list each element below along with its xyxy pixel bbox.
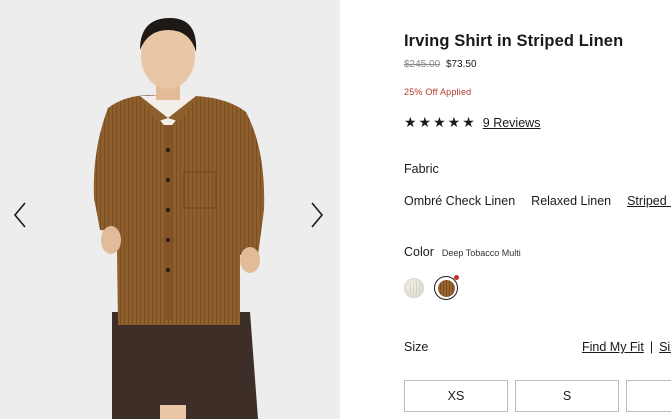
fabric-option-ombre-check-linen[interactable]: Ombré Check Linen <box>404 194 515 208</box>
sale-price: $73.50 <box>445 59 477 70</box>
original-price: $245.00 <box>404 59 441 70</box>
size-option-s[interactable]: S <box>515 380 619 412</box>
previous-image-button[interactable] <box>9 198 31 232</box>
product-title: Irving Shirt in Striped Linen <box>404 32 624 50</box>
selected-color-name: Deep Tobacco Multi <box>441 248 521 258</box>
size-links: Find My Fit | Size Chart <box>582 340 671 354</box>
fabric-options: Ombré Check Linen Relaxed Linen Striped … <box>404 194 671 208</box>
color-label: Color <box>404 245 434 259</box>
size-chart-link[interactable]: Size Chart <box>659 340 671 354</box>
find-my-fit-link[interactable]: Find My Fit <box>582 340 644 354</box>
size-label: Size <box>404 340 429 354</box>
color-swatch-deep-tobacco <box>437 279 455 297</box>
size-links-separator: | <box>649 340 654 354</box>
color-row: Color Deep Tobacco Multi <box>404 245 521 259</box>
color-swatch-linen[interactable] <box>404 278 424 298</box>
chevron-right-icon <box>311 202 324 228</box>
next-image-button[interactable] <box>306 198 328 232</box>
rating-row: ★★★★★ 9 Reviews <box>404 114 540 131</box>
fabric-option-striped-linen[interactable]: Striped Linen <box>627 194 671 208</box>
product-details-panel: Irving Shirt in Striped Linen $245.00 $7… <box>340 0 671 419</box>
color-swatches <box>404 275 459 300</box>
reviews-link[interactable]: 9 Reviews <box>483 116 541 130</box>
product-image-gallery <box>0 0 340 419</box>
price-row: $245.00 $73.50 <box>404 59 477 70</box>
size-option-m[interactable]: M <box>626 380 671 412</box>
fabric-label: Fabric <box>404 162 439 176</box>
discount-label: 25% Off Applied <box>404 87 472 97</box>
color-swatch-deep-tobacco-selected[interactable] <box>434 275 459 300</box>
chevron-left-icon <box>13 202 26 228</box>
product-photo <box>0 0 340 419</box>
size-options: XS S M <box>404 380 671 412</box>
star-rating-icon: ★★★★★ <box>404 114 477 130</box>
selected-indicator-dot <box>454 275 459 280</box>
fabric-option-relaxed-linen[interactable]: Relaxed Linen <box>531 194 611 208</box>
size-option-xs[interactable]: XS <box>404 380 508 412</box>
